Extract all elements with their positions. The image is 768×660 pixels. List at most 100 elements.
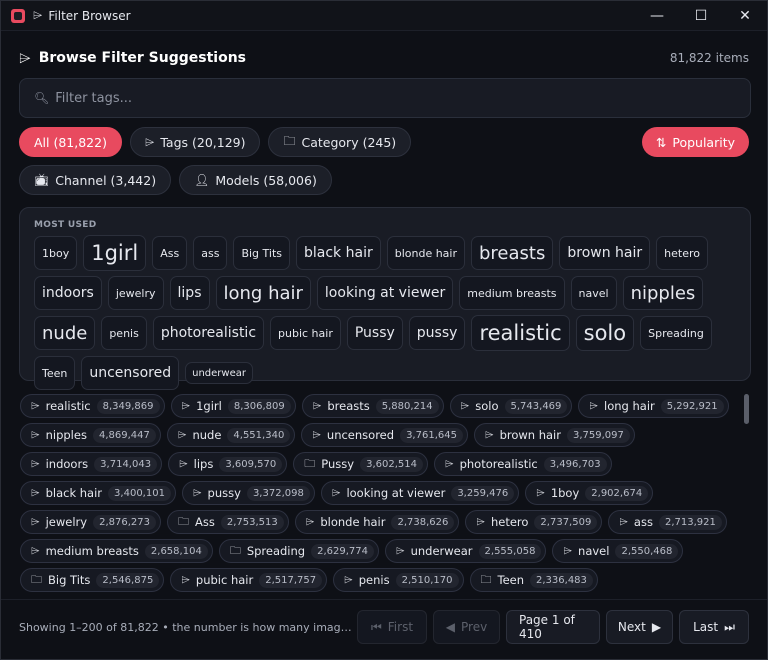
- tag-chip[interactable]: ⌲ solo 5,743,469: [449, 394, 573, 418]
- item-count: 81,822 items: [669, 51, 749, 65]
- most-used-tag[interactable]: solo: [575, 315, 635, 351]
- most-used-tag[interactable]: Pussy: [346, 316, 403, 350]
- most-used-tag[interactable]: 1girl: [83, 235, 147, 271]
- next-page-button[interactable]: Next ▶: [606, 610, 673, 644]
- tag-chip[interactable]: ⌲ looking at viewer 3,259,476: [320, 481, 520, 505]
- tag-chip[interactable]: ⌲ jewelry 2,876,273: [20, 510, 161, 534]
- tag-chip-count: 3,259,476: [451, 485, 515, 501]
- tag-chip-count: 2,876,273: [93, 514, 156, 530]
- tag-chip-count: 3,400,101: [108, 485, 171, 501]
- first-page-icon: ⏮: [370, 619, 382, 634]
- most-used-tag[interactable]: pussy: [408, 316, 466, 350]
- most-used-tag[interactable]: jewelry: [107, 276, 164, 310]
- last-page-button[interactable]: Last ⏭: [679, 610, 749, 644]
- most-used-tag[interactable]: realistic: [471, 315, 570, 351]
- tag-chip[interactable]: ⌲ breasts 5,880,214: [301, 394, 444, 418]
- tag-chip-label: Ass: [194, 515, 215, 529]
- tag-icon: ⌲: [31, 515, 40, 528]
- tag-chip[interactable]: ⌲ uncensored 3,761,645: [301, 423, 468, 447]
- category-pill[interactable]: All (81,822): [19, 127, 122, 157]
- maximize-button[interactable]: ☐: [679, 1, 723, 30]
- most-used-tag[interactable]: medium breasts: [459, 276, 565, 310]
- status-text: Showing 1–200 of 81,822 • the number is …: [19, 621, 357, 634]
- tag-chip[interactable]: 🗀 Ass 2,753,513: [166, 510, 289, 534]
- tag-chip[interactable]: 🗀 Teen 2,336,483: [469, 568, 598, 592]
- category-pill[interactable]: ⌲ Tags (20,129): [129, 127, 261, 157]
- most-used-tag[interactable]: indoors: [34, 276, 102, 310]
- most-used-tag[interactable]: nipples: [622, 276, 704, 310]
- first-page-button[interactable]: ⏮ First: [357, 610, 427, 644]
- tag-chip-count: 2,550,468: [615, 543, 679, 559]
- most-used-tag[interactable]: pubic hair: [270, 316, 341, 350]
- tag-chip[interactable]: ⌲ ass 2,713,921: [608, 510, 727, 534]
- tag-chip[interactable]: ⌲ pussy 3,372,098: [181, 481, 315, 505]
- tag-chip[interactable]: ⌲ underwear 2,555,058: [385, 539, 547, 563]
- most-used-tag[interactable]: Big Tits: [233, 236, 290, 270]
- sort-popularity-button[interactable]: ⇅ Popularity: [641, 127, 749, 157]
- most-used-tag[interactable]: ass: [193, 236, 228, 270]
- category-pill[interactable]: 🗀 Category (245): [268, 127, 412, 157]
- tag-chip[interactable]: ⌲ pubic hair 2,517,757: [170, 568, 328, 592]
- app-icon: [11, 8, 25, 23]
- most-used-tag[interactable]: Spreading: [640, 316, 712, 350]
- most-used-tag[interactable]: hetero: [656, 236, 708, 270]
- tv-icon: 📺︎: [34, 173, 50, 187]
- category-pill[interactable]: 👤︎ Models (58,006): [179, 165, 332, 195]
- close-button[interactable]: ✕: [723, 1, 767, 30]
- minimize-button[interactable]: —: [635, 1, 679, 30]
- tag-icon: ⌲: [536, 486, 545, 499]
- tag-chip-count: 2,737,509: [534, 514, 598, 530]
- folder-icon: 🗀: [283, 133, 296, 148]
- tag-chip[interactable]: ⌲ long hair 5,292,921: [578, 394, 729, 418]
- prev-page-button[interactable]: ◀ Prev: [433, 610, 500, 644]
- tag-chip[interactable]: ⌲ navel 2,550,468: [552, 539, 684, 563]
- tag-chip[interactable]: ⌲ 1boy 2,902,674: [525, 481, 654, 505]
- tag-chip-count: 2,336,483: [530, 572, 593, 588]
- tag-chip[interactable]: ⌲ nipples 4,869,447: [20, 423, 161, 447]
- tag-chip[interactable]: ⌲ brown hair 3,759,097: [473, 423, 635, 447]
- search-box[interactable]: 🔍︎: [19, 78, 751, 118]
- scrollbar[interactable]: [744, 394, 749, 424]
- prev-icon: ◀: [445, 620, 456, 634]
- most-used-tag[interactable]: uncensored: [81, 356, 180, 390]
- tag-chip[interactable]: ⌲ medium breasts 2,658,104: [20, 539, 213, 563]
- tag-chip-count: 3,759,097: [566, 427, 630, 443]
- tag-chip[interactable]: ⌲ lips 3,609,570: [168, 452, 288, 476]
- folder-icon: 🗀: [229, 543, 241, 557]
- most-used-tag[interactable]: breasts: [471, 236, 554, 270]
- tag-chip-label: Pussy: [321, 457, 355, 471]
- most-used-tag[interactable]: navel: [570, 276, 617, 310]
- most-used-tag[interactable]: Teen: [34, 356, 76, 390]
- tag-chip[interactable]: ⌲ indoors 3,714,043: [20, 452, 163, 476]
- tag-chip[interactable]: ⌲ realistic 8,349,869: [20, 394, 165, 418]
- most-used-tag[interactable]: looking at viewer: [316, 276, 454, 310]
- most-used-tag[interactable]: Ass: [152, 236, 188, 270]
- category-pill-label: Category (245): [301, 134, 397, 150]
- most-used-tag[interactable]: blonde hair: [386, 236, 465, 270]
- tag-chip[interactable]: ⌲ penis 2,510,170: [333, 568, 464, 592]
- tag-chip[interactable]: ⌲ nude 4,551,340: [166, 423, 296, 447]
- category-pill[interactable]: 📺︎ Channel (3,442): [19, 165, 172, 195]
- most-used-tag[interactable]: 1boy: [34, 236, 78, 270]
- folder-icon: 🗀: [31, 572, 42, 586]
- tag-chip[interactable]: ⌲ photorealistic 3,496,703: [433, 452, 612, 476]
- tag-chip[interactable]: ⌲ hetero 2,737,509: [465, 510, 603, 534]
- most-used-panel: MOST USED 1boy 1girl Ass ass Big Tits black h…: [19, 207, 751, 390]
- most-used-tag[interactable]: long hair: [215, 276, 311, 310]
- tag-chip[interactable]: 🗀 Spreading 2,629,774: [218, 539, 379, 563]
- most-used-tag[interactable]: black hair: [296, 236, 381, 270]
- tag-chip[interactable]: ⌲ black hair 3,400,101: [20, 481, 176, 505]
- most-used-tag[interactable]: nude: [34, 316, 96, 350]
- tag-chip[interactable]: 🗀 Pussy 3,602,514: [293, 452, 428, 476]
- most-used-tag[interactable]: brown hair: [559, 236, 651, 270]
- tag-chip-label: 1girl: [196, 399, 222, 413]
- tag-chip[interactable]: ⌲ blonde hair 2,738,626: [294, 510, 460, 534]
- most-used-tag[interactable]: underwear: [185, 362, 253, 384]
- category-pill-label: Tags (20,129): [160, 134, 246, 150]
- most-used-tag[interactable]: lips: [169, 276, 210, 310]
- most-used-tag[interactable]: penis: [101, 316, 147, 350]
- search-input[interactable]: [55, 90, 696, 106]
- most-used-tag[interactable]: photorealistic: [152, 316, 265, 350]
- tag-chip[interactable]: ⌲ 1girl 8,306,809: [170, 394, 296, 418]
- tag-chip[interactable]: 🗀 Big Tits 2,546,875: [20, 568, 165, 592]
